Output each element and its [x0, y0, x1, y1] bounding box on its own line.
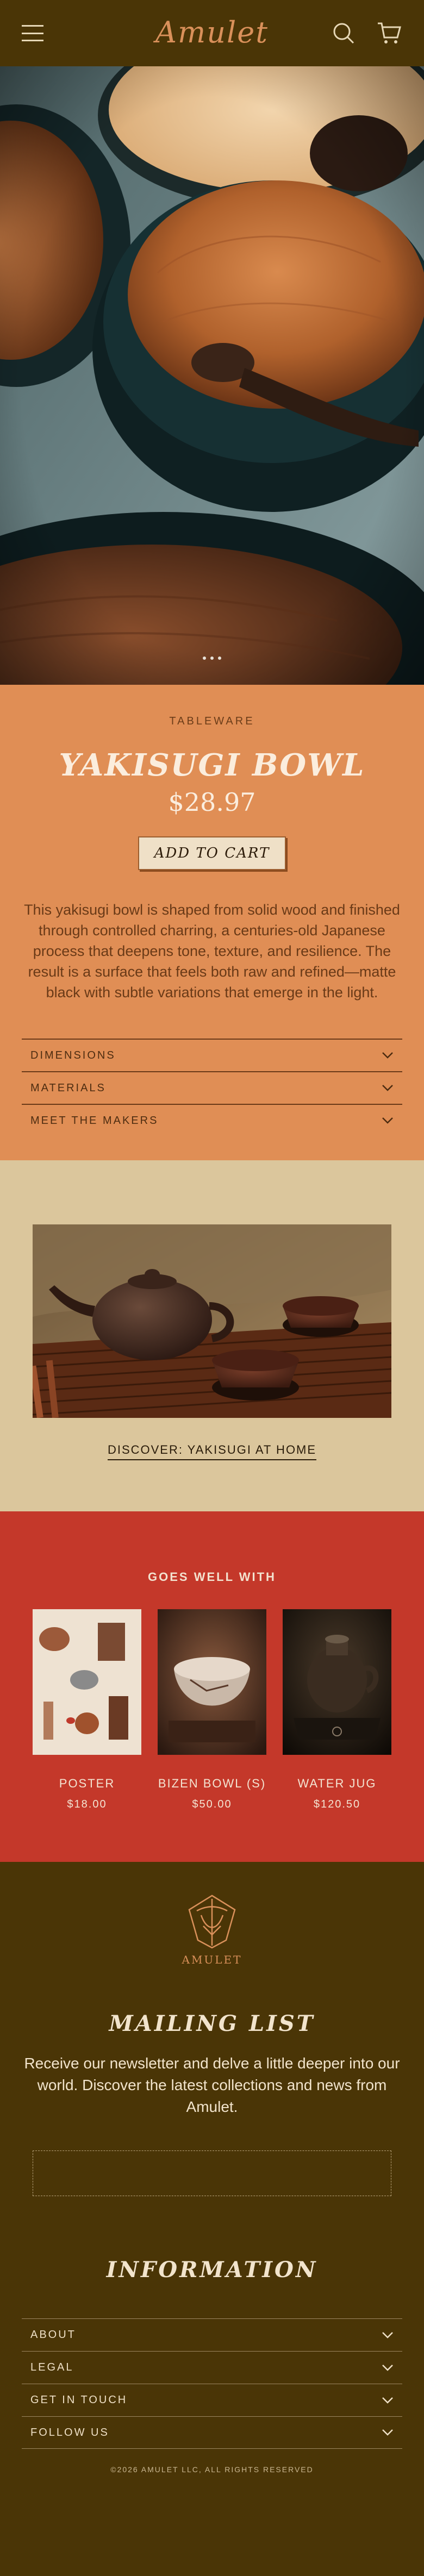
hamburger-line — [22, 40, 43, 41]
site-header: Amulet — [0, 0, 424, 66]
product-category: TABLEWARE — [169, 715, 255, 727]
info-item-follow-us[interactable]: FOLLOW US — [22, 2416, 402, 2449]
chevron-down-icon — [382, 2364, 393, 2371]
carousel-dot — [210, 656, 214, 660]
product-card[interactable]: POSTER $18.00 — [33, 1609, 141, 1811]
chevron-down-icon — [382, 2331, 393, 2339]
chevron-down-icon — [382, 1117, 393, 1124]
teapot-image — [33, 1224, 391, 1418]
ellipsis-icon[interactable] — [203, 656, 221, 660]
information-list: ABOUT LEGAL GET IN TOUCH FOLLOW US — [22, 2318, 402, 2449]
info-label: LEGAL — [30, 2361, 74, 2373]
newsletter-text: Receive our newsletter and delve a littl… — [24, 2055, 400, 2115]
hamburger-line — [22, 25, 43, 27]
hamburger-line — [22, 32, 43, 34]
product-name: BIZEN BOWL (S) — [158, 1777, 266, 1790]
newsletter-heading: MAILING LIST — [109, 2011, 315, 2036]
feature-section: DISCOVER: YAKISUGI AT HOME — [0, 1160, 424, 1511]
product-accordion: DIMENSIONS MATERIALS MEET THE MAKERS — [22, 1039, 402, 1136]
shopping-cart-icon[interactable] — [376, 20, 402, 46]
feature-teapot-image[interactable] — [33, 1224, 391, 1418]
product-price: $50.00 — [192, 1798, 232, 1810]
product-title: YAKISUGI BOWL — [59, 747, 365, 783]
product-details: TABLEWARE YAKISUGI BOWL $28.97 ADD TO CA… — [0, 685, 424, 1160]
product-card[interactable]: WATER JUG $120.50 — [283, 1609, 391, 1811]
info-label: GET IN TOUCH — [30, 2394, 128, 2406]
product-price: $28.97 — [168, 787, 256, 817]
info-item-get-in-touch[interactable]: GET IN TOUCH — [22, 2384, 402, 2416]
site-logo[interactable]: Amulet — [155, 15, 269, 49]
chevron-down-icon — [382, 1085, 393, 1091]
add-to-cart-button[interactable]: ADD TO CART — [138, 836, 286, 870]
poster-image — [33, 1609, 141, 1755]
amulet-emblem-icon — [188, 1895, 236, 1949]
goes-well-with-section: GOES WELL WITH POSTER $18.00 BIZEN BOWL … — [0, 1511, 424, 1862]
hero-image — [0, 66, 424, 685]
goes-well-with-grid: POSTER $18.00 BIZEN BOWL (S) $50.00 WATE… — [33, 1609, 391, 1811]
product-price: $120.50 — [313, 1798, 361, 1810]
carousel-dot — [203, 656, 206, 660]
discover-link[interactable]: DISCOVER: YAKISUGI AT HOME — [107, 1443, 317, 1460]
product-description: This yakisugi bowl is shaped from solid … — [24, 902, 400, 1001]
product-name: POSTER — [59, 1777, 115, 1790]
footer-logo-text: AMULET — [182, 1953, 242, 1966]
accordion-dimensions[interactable]: DIMENSIONS — [22, 1039, 402, 1071]
chevron-down-icon — [382, 2429, 393, 2436]
info-label: FOLLOW US — [30, 2426, 109, 2439]
water-jug-image — [283, 1609, 391, 1755]
product-name: WATER JUG — [297, 1777, 377, 1790]
header-icons — [331, 20, 402, 46]
accordion-meet-the-makers[interactable]: MEET THE MAKERS — [22, 1104, 402, 1136]
copyright-text: ©2026 AMULET LLC, ALL RIGHTS RESERVED — [110, 2465, 314, 2474]
accordion-label: MATERIALS — [30, 1081, 106, 1094]
site-footer: AMULET MAILING LIST Receive our newslett… — [0, 1862, 424, 2504]
accordion-materials[interactable]: MATERIALS — [22, 1071, 402, 1104]
product-price: $18.00 — [67, 1798, 107, 1810]
chevron-down-icon — [382, 2397, 393, 2404]
footer-logo[interactable]: AMULET — [182, 1893, 242, 1966]
search-icon[interactable] — [331, 20, 357, 46]
hamburger-menu-icon[interactable] — [22, 25, 43, 41]
bizen-bowl-image — [158, 1609, 266, 1755]
information-heading: INFORMATION — [106, 2257, 318, 2283]
info-item-legal[interactable]: LEGAL — [22, 2351, 402, 2384]
info-item-about[interactable]: ABOUT — [22, 2318, 402, 2351]
product-card[interactable]: BIZEN BOWL (S) $50.00 — [158, 1609, 266, 1811]
goes-well-with-heading: GOES WELL WITH — [148, 1570, 276, 1584]
carousel-dot — [218, 656, 221, 660]
accordion-label: DIMENSIONS — [30, 1049, 116, 1061]
info-label: ABOUT — [30, 2329, 76, 2341]
accordion-label: MEET THE MAKERS — [30, 1114, 159, 1127]
newsletter-email-input[interactable] — [33, 2150, 391, 2196]
hero-bowls-image — [0, 66, 424, 685]
chevron-down-icon — [382, 1052, 393, 1059]
